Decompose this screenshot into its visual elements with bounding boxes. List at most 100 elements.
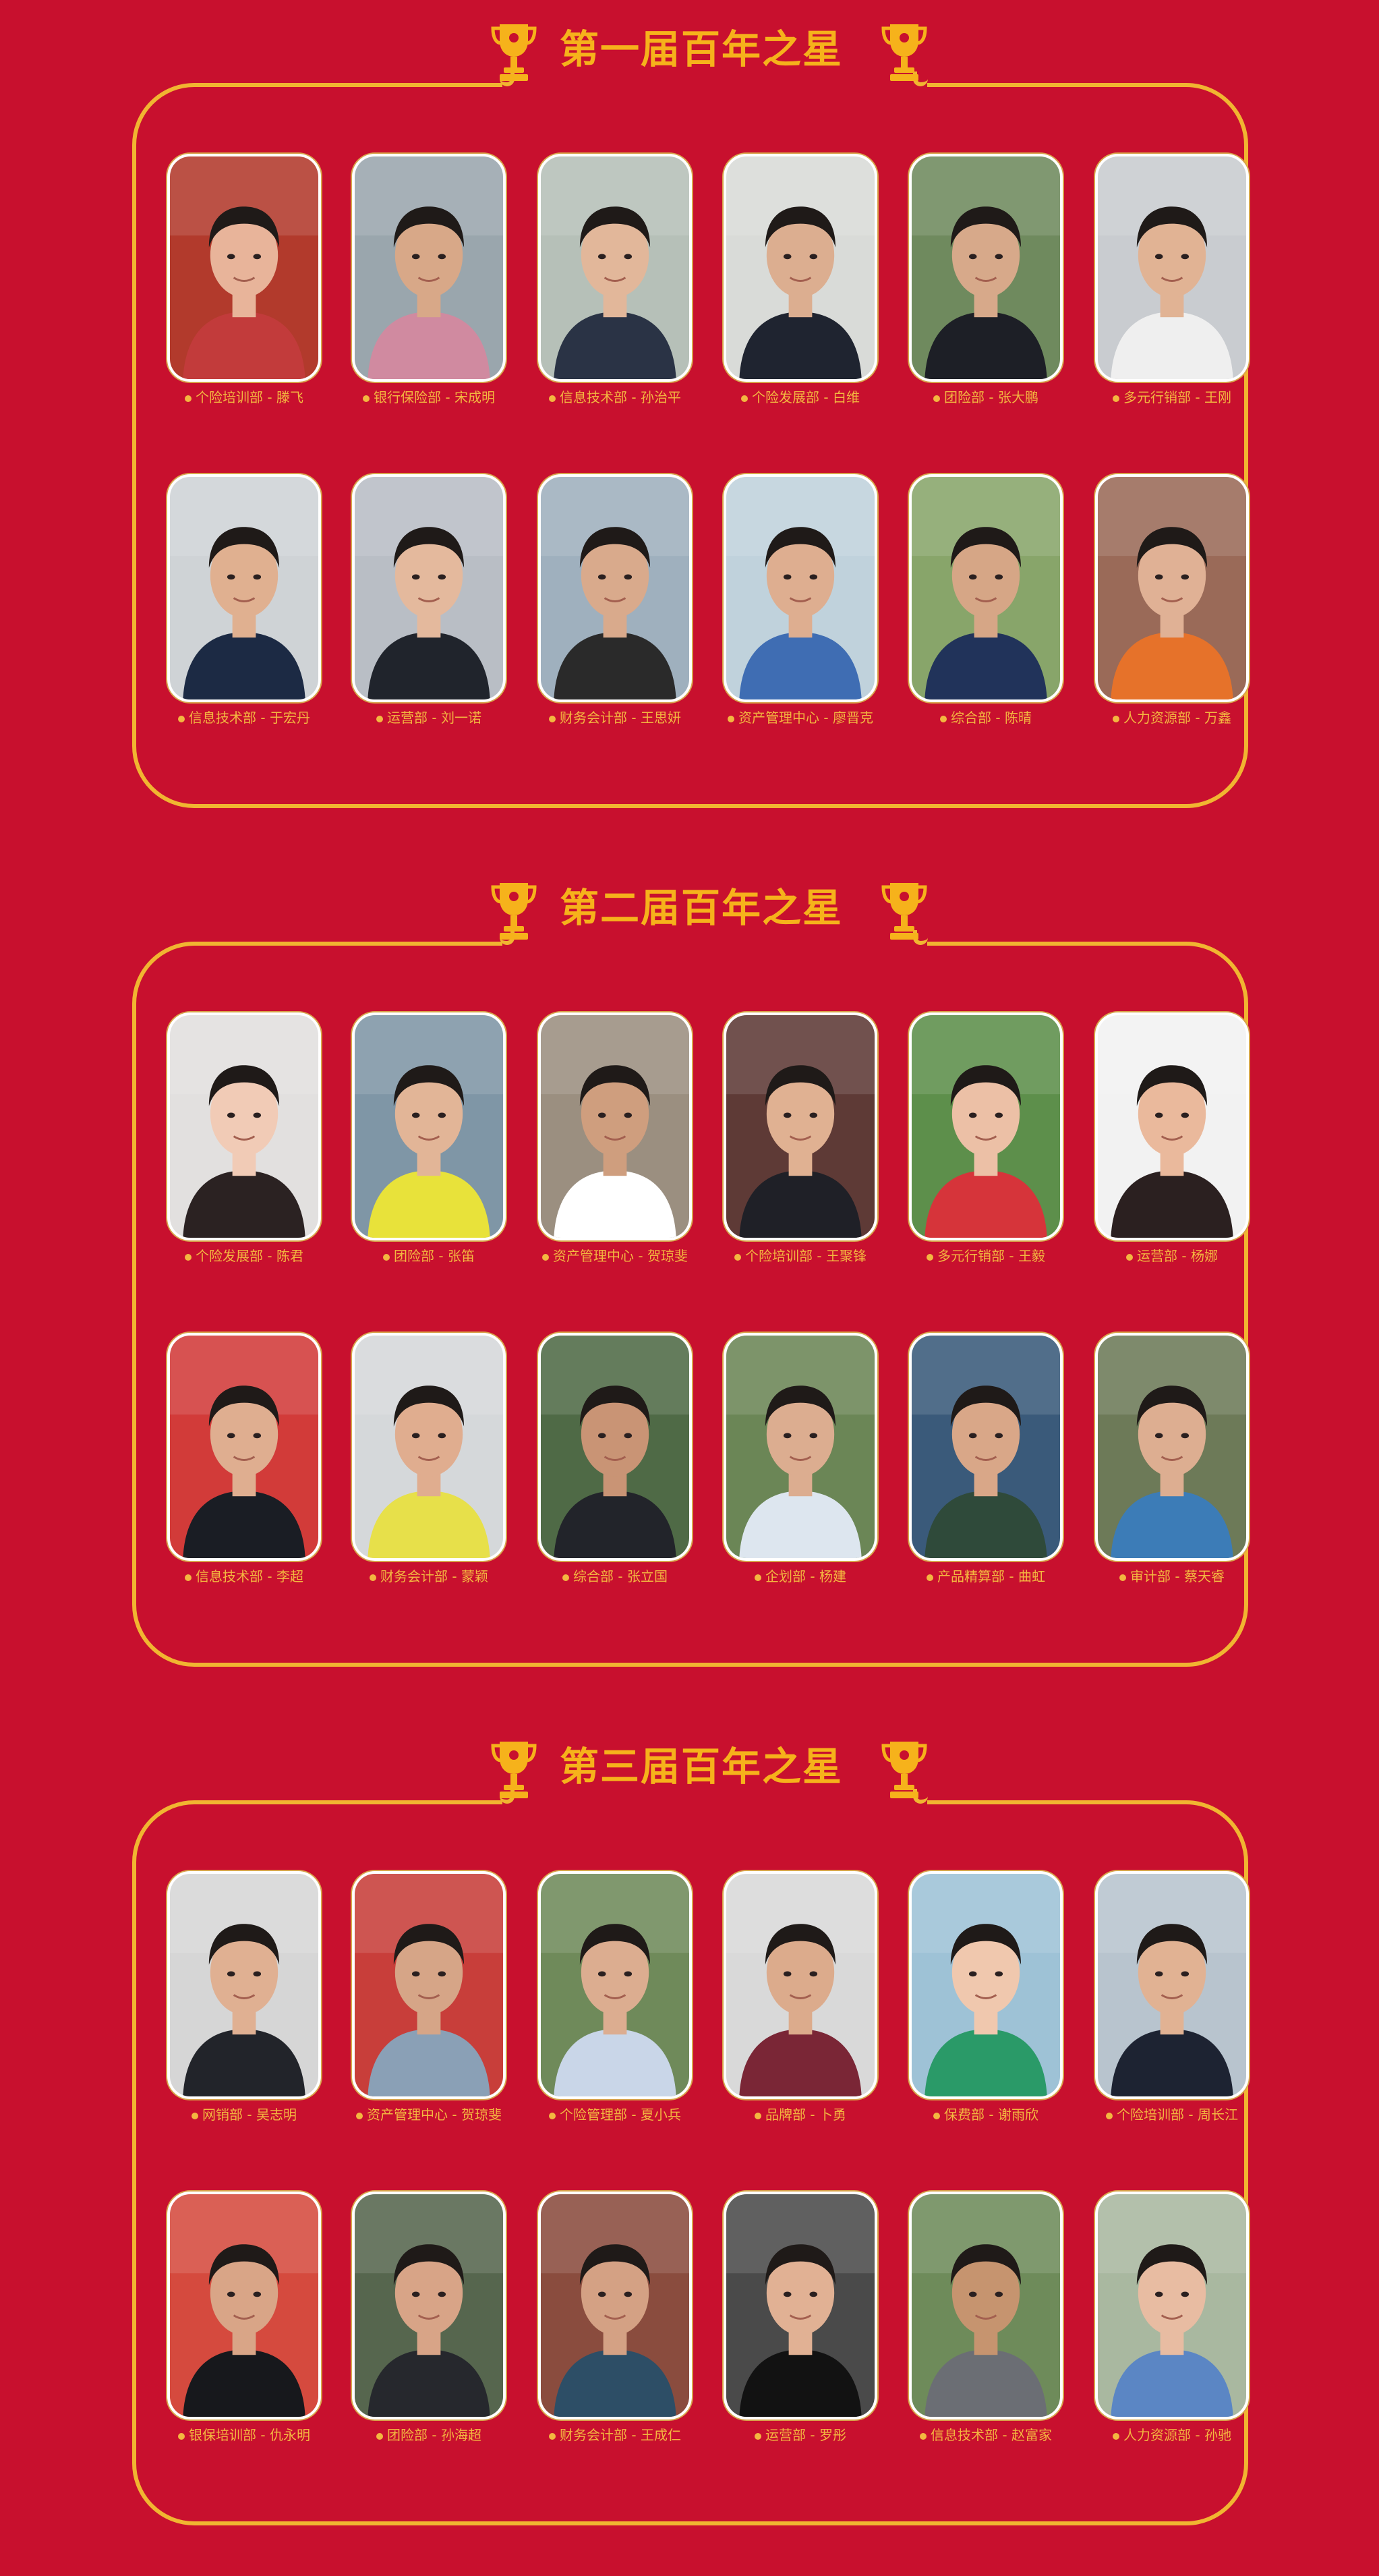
bullet-icon xyxy=(940,715,947,722)
star-name-label: 资产管理中心 - 廖晋克 xyxy=(738,710,873,726)
portrait-photo xyxy=(352,2192,506,2420)
star-name-label: 个险培训部 - 周长江 xyxy=(1117,2107,1238,2123)
star-card: 多元行销部 - 王毅 xyxy=(909,1012,1063,1282)
star-card: 个险培训部 - 王聚锋 xyxy=(724,1012,877,1282)
star-card: 品牌部 - 卜勇 xyxy=(724,1871,877,2141)
portrait-photo xyxy=(538,1012,692,1240)
star-name-label: 个险管理部 - 夏小兵 xyxy=(560,2107,681,2123)
star-caption: 运营部 - 刘一诺 xyxy=(339,708,519,728)
portrait-photo xyxy=(909,2192,1063,2420)
star-card: 运营部 - 刘一诺 xyxy=(352,474,506,744)
portrait-photo xyxy=(724,154,877,382)
star-card: 产品精算部 - 曲虹 xyxy=(909,1333,1063,1603)
star-caption: 运营部 - 罗彤 xyxy=(710,2425,891,2445)
star-card: 财务会计部 - 蒙颖 xyxy=(352,1333,506,1603)
bullet-icon xyxy=(933,2112,941,2119)
star-name-label: 产品精算部 - 曲虹 xyxy=(937,1568,1045,1584)
star-card: 人力资源部 - 万鑫 xyxy=(1095,474,1249,744)
stars-section-3: 第三届百年之星 网销部 - 吴志明 资产管理中心 - 贺琼斐 个险管理部 - 夏小兵 品… xyxy=(0,1717,1379,2527)
portrait-photo xyxy=(1095,154,1249,382)
portrait-photo xyxy=(167,2192,321,2420)
star-caption: 多元行销部 - 王毅 xyxy=(896,1246,1076,1266)
portrait-photo xyxy=(352,1871,506,2099)
bullet-icon xyxy=(185,1253,192,1261)
star-card: 信息技术部 - 李超 xyxy=(167,1333,321,1603)
stars-section-1: 第一届百年之星 个险培训部 - 滕飞 银行保险部 - 宋成明 信息技术部 - 孙治平 个… xyxy=(0,0,1379,809)
bullet-icon xyxy=(1126,1253,1134,1261)
portrait-photo xyxy=(352,1012,506,1240)
star-name-label: 财务会计部 - 王成仁 xyxy=(560,2427,681,2443)
portrait-photo xyxy=(167,154,321,382)
star-caption: 综合部 - 张立国 xyxy=(525,1566,705,1586)
star-caption: 信息技术部 - 孙治平 xyxy=(525,387,705,407)
bullet-icon xyxy=(1106,2112,1113,2119)
bullet-icon xyxy=(562,1574,570,1581)
star-caption: 银保培训部 - 仇永明 xyxy=(154,2425,334,2445)
portrait-photo xyxy=(1095,1333,1249,1561)
star-caption: 银行保险部 - 宋成明 xyxy=(339,387,519,407)
portrait-photo xyxy=(538,474,692,702)
bullet-icon xyxy=(755,2112,762,2119)
star-caption: 保费部 - 谢雨欣 xyxy=(896,2105,1076,2125)
star-name-label: 运营部 - 杨娜 xyxy=(1137,1248,1218,1264)
bullet-icon xyxy=(178,715,185,722)
star-caption: 个险发展部 - 白维 xyxy=(710,387,891,407)
star-card: 团险部 - 张笛 xyxy=(352,1012,506,1282)
star-name-label: 品牌部 - 卜勇 xyxy=(765,2107,846,2123)
trophy-icon xyxy=(881,1738,928,1802)
star-caption: 个险培训部 - 滕飞 xyxy=(154,387,334,407)
star-caption: 财务会计部 - 王思妍 xyxy=(525,708,705,728)
portrait-photo xyxy=(167,1012,321,1240)
star-card: 个险发展部 - 陈君 xyxy=(167,1012,321,1282)
portrait-photo xyxy=(352,154,506,382)
bullet-icon xyxy=(1113,715,1120,722)
star-name-label: 运营部 - 罗彤 xyxy=(765,2427,846,2443)
portrait-photo xyxy=(724,2192,877,2420)
star-card: 运营部 - 杨娜 xyxy=(1095,1012,1249,1282)
section-title: 第二届百年之星 xyxy=(559,885,843,931)
star-name-label: 资产管理中心 - 贺琼斐 xyxy=(553,1248,688,1264)
star-card: 信息技术部 - 于宏丹 xyxy=(167,474,321,744)
bullet-icon xyxy=(542,1253,550,1261)
star-caption: 资产管理中心 - 贺琼斐 xyxy=(525,1246,705,1266)
bullet-icon xyxy=(1113,2432,1120,2440)
star-caption: 运营部 - 杨娜 xyxy=(1082,1246,1262,1266)
star-caption: 人力资源部 - 孙驰 xyxy=(1082,2425,1262,2445)
star-caption: 财务会计部 - 蒙颖 xyxy=(339,1566,519,1586)
star-caption: 个险培训部 - 王聚锋 xyxy=(710,1246,891,1266)
portrait-photo xyxy=(1095,474,1249,702)
star-name-label: 银行保险部 - 宋成明 xyxy=(374,389,495,405)
star-card: 多元行销部 - 王刚 xyxy=(1095,154,1249,424)
bullet-icon xyxy=(356,2112,363,2119)
star-card: 资产管理中心 - 廖晋克 xyxy=(724,474,877,744)
stars-section-2: 第二届百年之星个险发展部 - 陈君 团险部 - 张笛 资产管理中心 - 贺琼斐 个险培… xyxy=(0,859,1379,1668)
portrait-photo xyxy=(909,154,1063,382)
portrait-photo xyxy=(724,1871,877,2099)
section-header: 第三届百年之星 xyxy=(0,1732,1379,1806)
star-name-label: 运营部 - 刘一诺 xyxy=(387,710,481,726)
portrait-photo xyxy=(1095,1871,1249,2099)
star-caption: 企划部 - 杨建 xyxy=(710,1566,891,1586)
star-name-label: 资产管理中心 - 贺琼斐 xyxy=(367,2107,502,2123)
star-name-label: 个险培训部 - 王聚锋 xyxy=(745,1248,867,1264)
portrait-photo xyxy=(538,1871,692,2099)
star-name-label: 综合部 - 陈晴 xyxy=(951,710,1032,726)
star-caption: 团险部 - 张大鹏 xyxy=(896,387,1076,407)
portrait-photo xyxy=(538,154,692,382)
star-caption: 个险培训部 - 周长江 xyxy=(1082,2105,1262,2125)
star-card: 运营部 - 罗彤 xyxy=(724,2192,877,2461)
bullet-icon xyxy=(192,2112,199,2119)
portrait-photo xyxy=(167,1333,321,1561)
star-card: 保费部 - 谢雨欣 xyxy=(909,1871,1063,2141)
bullet-icon xyxy=(1113,395,1120,402)
bullet-icon xyxy=(549,715,556,722)
bullet-icon xyxy=(370,1574,377,1581)
star-card: 资产管理中心 - 贺琼斐 xyxy=(538,1012,692,1282)
section-title: 第三届百年之星 xyxy=(559,1744,843,1790)
bullet-icon xyxy=(728,715,735,722)
star-name-label: 团险部 - 孙海超 xyxy=(387,2427,481,2443)
bullet-icon xyxy=(1119,1574,1127,1581)
star-card: 财务会计部 - 王成仁 xyxy=(538,2192,692,2461)
bullet-icon xyxy=(185,395,192,402)
bullet-icon xyxy=(755,1574,762,1581)
